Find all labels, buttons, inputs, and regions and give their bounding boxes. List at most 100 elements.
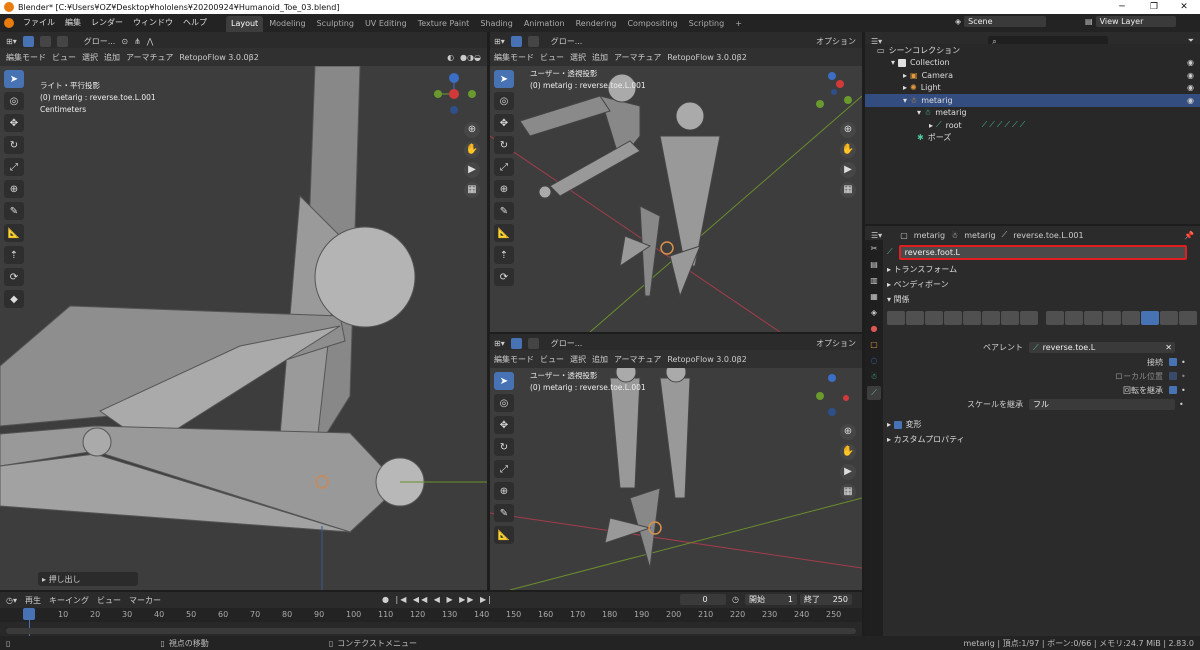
collection-checkbox[interactable]: [898, 58, 907, 67]
last-operator-panel[interactable]: ▸ 押し出し: [38, 572, 138, 586]
zoom-icon[interactable]: ⊕: [840, 122, 856, 138]
options-dropdown[interactable]: オプション: [816, 338, 856, 349]
bone-layer-button[interactable]: [1122, 311, 1140, 325]
select-mode-icon[interactable]: [39, 35, 51, 47]
transform-tool-icon[interactable]: ⊕: [494, 482, 514, 500]
menu-select[interactable]: 選択: [570, 52, 586, 63]
menu-retopoflow[interactable]: RetopoFlow 3.0.0β2: [667, 53, 746, 62]
extrude-tool-icon[interactable]: ⇡: [4, 246, 24, 264]
grid-icon[interactable]: ▦: [840, 484, 856, 500]
timeline[interactable]: 0102030405060708090100110120130140150160…: [0, 608, 862, 636]
bone-tab-icon[interactable]: ⟋: [867, 386, 881, 400]
roll-tool-icon[interactable]: ⟳: [494, 268, 514, 286]
close-button[interactable]: ✕: [1170, 0, 1198, 14]
deform-checkbox[interactable]: [893, 420, 902, 429]
menu-select[interactable]: 選択: [570, 354, 586, 365]
world-tab-icon[interactable]: ●: [867, 322, 881, 336]
editor-type-icon[interactable]: ⊞▾: [494, 37, 505, 46]
editor-type-icon[interactable]: ☰▾: [871, 231, 882, 240]
select-mode-icon[interactable]: [527, 337, 539, 349]
menu-retopoflow[interactable]: RetopoFlow 3.0.0β2: [667, 355, 746, 364]
outliner-item-metarig[interactable]: ▾ ☃ metarig ◉: [865, 94, 1200, 107]
cursor-tool-icon[interactable]: ◎: [4, 92, 24, 110]
tab-scripting[interactable]: Scripting: [684, 16, 730, 32]
tab-rendering[interactable]: Rendering: [571, 16, 622, 32]
proportional-icon[interactable]: ⋀: [147, 37, 154, 46]
menu-select[interactable]: 選択: [82, 52, 98, 63]
bone-layer-button[interactable]: [1103, 311, 1121, 325]
bone-layer-button[interactable]: [1046, 311, 1064, 325]
menu-view[interactable]: ビュー: [52, 52, 76, 63]
bone-layer-button[interactable]: [982, 311, 1000, 325]
outliner-item-light[interactable]: ▸ ✺ Light ◉: [865, 82, 1200, 95]
select-mode-icon-2[interactable]: [56, 35, 68, 47]
pan-hand-icon[interactable]: ✋: [840, 142, 856, 158]
expand-arrow-icon[interactable]: ▸: [929, 121, 933, 130]
panel-relations[interactable]: ▾ 関係: [883, 292, 1200, 307]
blender-menu-icon[interactable]: [4, 18, 14, 28]
measure-tool-icon[interactable]: 📐: [494, 224, 514, 242]
keyframe-dot-icon[interactable]: •: [1181, 386, 1186, 395]
playback-controls[interactable]: ● |◀ ◀◀ ◀ ▶ ▶▶ ▶|: [382, 595, 493, 604]
rotate-tool-icon[interactable]: ↻: [494, 438, 514, 456]
render-tab-icon[interactable]: ▤: [867, 258, 881, 272]
tab-texture-paint[interactable]: Texture Paint: [413, 16, 475, 32]
cursor-tool-icon[interactable]: ◎: [494, 92, 514, 110]
bone-layer-button[interactable]: [1160, 311, 1178, 325]
pin-icon[interactable]: 📌: [1184, 231, 1194, 240]
options-dropdown[interactable]: オプション: [816, 36, 856, 47]
expand-arrow-icon[interactable]: ▸: [903, 71, 907, 80]
viewport-left[interactable]: ライト・平行投影 (0) metarig : reverse.toe.L.001…: [0, 66, 487, 590]
bone-layer-button[interactable]: [944, 311, 962, 325]
local-location-checkbox[interactable]: [1169, 372, 1177, 380]
expand-arrow-icon[interactable]: ▾: [891, 58, 895, 67]
bone-layer-button[interactable]: [1179, 311, 1197, 325]
parent-field[interactable]: ⟋ reverse.toe.L ✕: [1029, 341, 1175, 353]
rotate-tool-icon[interactable]: ↻: [4, 136, 24, 154]
bone-layer-button-active[interactable]: [1141, 311, 1159, 325]
menu-help[interactable]: ヘルプ: [178, 14, 212, 32]
viewport-bottom-right[interactable]: ユーザー・透視投影 (0) metarig : reverse.toe.L.00…: [490, 368, 862, 590]
timeline-ruler[interactable]: 0102030405060708090100110120130140150160…: [0, 608, 862, 622]
visibility-eye-icon[interactable]: ◉: [1187, 96, 1194, 105]
bone-layer-button[interactable]: [1020, 311, 1038, 325]
select-box-icon[interactable]: [510, 35, 522, 47]
panel-deform[interactable]: ▸ 変形: [883, 417, 1200, 432]
cursor-tool-icon[interactable]: ◎: [494, 394, 514, 412]
view-layer-selector[interactable]: ▤ View Layer: [1085, 16, 1176, 27]
keyframe-dot-icon[interactable]: •: [1179, 400, 1184, 409]
bone-layer-button[interactable]: [925, 311, 943, 325]
outliner-item-camera[interactable]: ▸ ▣ Camera ◉: [865, 69, 1200, 82]
menu-marker[interactable]: マーカー: [129, 595, 161, 606]
move-tool-icon[interactable]: ✥: [494, 416, 514, 434]
menu-armature[interactable]: アーマチュア: [614, 52, 661, 63]
menu-view[interactable]: ビュー: [97, 595, 121, 606]
outliner-item-armature-data[interactable]: ▾ ☃ metarig: [865, 107, 1200, 120]
transform-orientation[interactable]: グロー...: [551, 338, 583, 349]
bone-layer-button[interactable]: [1065, 311, 1083, 325]
camera-view-icon[interactable]: ▶: [464, 162, 480, 178]
move-tool-icon[interactable]: ✥: [494, 114, 514, 132]
snap-icon[interactable]: ⋔: [134, 37, 141, 46]
bone-layer-button[interactable]: [1084, 311, 1102, 325]
menu-render[interactable]: レンダー: [86, 14, 128, 32]
expand-arrow-icon[interactable]: ▸: [903, 83, 907, 92]
menu-retopoflow[interactable]: RetopoFlow 3.0.0β2: [179, 53, 258, 62]
extrude-tool-icon[interactable]: ⇡: [494, 246, 514, 264]
camera-view-icon[interactable]: ▶: [840, 162, 856, 178]
scale-tool-icon[interactable]: ⤢: [494, 460, 514, 478]
outliner-item-pose[interactable]: ✱ ポーズ: [865, 132, 1200, 145]
menu-add[interactable]: 追加: [592, 354, 608, 365]
bone-layer-button[interactable]: [887, 311, 905, 325]
viewport-top-right[interactable]: ユーザー・透視投影 (0) metarig : reverse.toe.L.00…: [490, 66, 862, 332]
view-layer-tab-icon[interactable]: ▦: [867, 290, 881, 304]
transform-tool-icon[interactable]: ⊕: [494, 180, 514, 198]
roll-tool-icon[interactable]: ⟳: [4, 268, 24, 286]
select-tool-icon[interactable]: ➤: [494, 372, 514, 390]
camera-view-icon[interactable]: ▶: [840, 464, 856, 480]
keyframe-dot-icon[interactable]: •: [1181, 358, 1186, 367]
tool-tab-icon[interactable]: ✂: [867, 242, 881, 256]
transform-tool-icon[interactable]: ⊕: [4, 180, 24, 198]
panel-transform[interactable]: ▸ トランスフォーム: [883, 262, 1200, 277]
measure-tool-icon[interactable]: 📐: [494, 526, 514, 544]
